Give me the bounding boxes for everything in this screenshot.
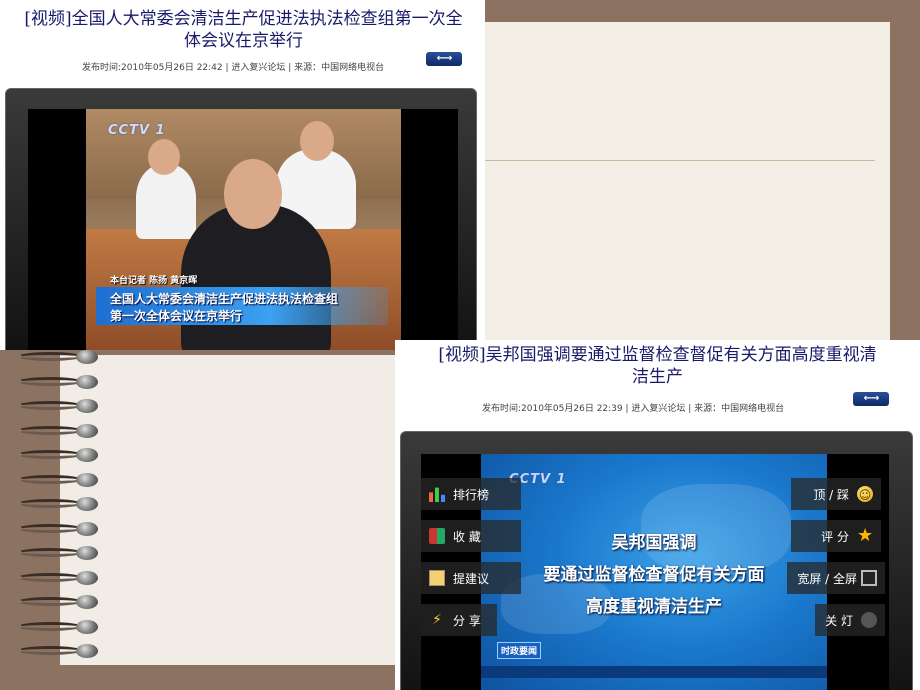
title-line-1: [视频]吴邦国强调要通过监督检查督促有关方面高度重视清 [438, 345, 877, 365]
ring-coil [18, 401, 82, 410]
title-line-2: 洁生产 [632, 367, 683, 387]
video-frame: CCTV 1 吴邦国强调 要通过监督检查督促有关方面 高度重视清洁生产 时政要闻 [481, 454, 827, 690]
notebook-paper [60, 355, 395, 665]
person-figure [136, 164, 196, 239]
headline-line-3: 高度重视清洁生产 [586, 597, 722, 617]
star-icon: ★ [857, 525, 874, 546]
video-player-frame: CCTV 1 吴邦国强调 要通过监督检查督促有关方面 高度重视清洁生产 时政要闻… [400, 431, 913, 690]
note-icon [429, 570, 445, 586]
cctv-logo: CCTV 1 [108, 123, 166, 138]
ranking-button[interactable]: 排行榜 [421, 478, 521, 510]
share-label: 分 享 [453, 613, 481, 628]
lights-off-label: 关 灯 [825, 613, 853, 628]
title-line-2: 体会议在京举行 [184, 31, 303, 51]
reporter-credit: 本台记者 陈扬 黄京晖 [110, 276, 198, 286]
fullscreen-button[interactable]: 宽屏 / 全屏 [787, 562, 885, 594]
video-player-frame: CCTV 1 本台记者 陈扬 黄京晖 全国人大常委会清洁生产促进法执法检查组 第… [5, 88, 477, 350]
spiral-ring [18, 570, 98, 585]
spiral-ring [18, 497, 98, 511]
caption-bar: 全国人大常委会清洁生产促进法执法检查组 第一次全体会议在京举行 [96, 287, 388, 325]
fullscreen-label: 宽屏 / 全屏 [797, 571, 857, 586]
rate-label: 评 分 [821, 529, 849, 544]
video-screen[interactable]: CCTV 1 吴邦国强调 要通过监督检查督促有关方面 高度重视清洁生产 时政要闻… [421, 454, 889, 690]
news-category-tag: 时政要闻 [497, 642, 542, 659]
ring-knob [76, 497, 98, 511]
spiral-ring [18, 472, 98, 487]
ring-coil [18, 425, 82, 435]
title-line-1: [视频]全国人大常委会清洁生产促进法执法检查组第一次全 [24, 9, 463, 29]
ring-knob [76, 374, 98, 389]
news-panel-2: [视频]吴邦国强调要通过监督检查督促有关方面高度重视清 洁生产 发布时间:201… [395, 340, 920, 690]
ring-knob [76, 472, 98, 487]
smile-icon: ☺ [857, 486, 873, 502]
ring-coil [18, 646, 82, 655]
spiral-ring [18, 619, 98, 634]
share-button[interactable]: ⚡ 分 享 [421, 604, 497, 636]
spiral-ring [18, 374, 98, 389]
light-icon [861, 612, 877, 628]
caption-line-1: 全国人大常委会清洁生产促进法执法检查组 [110, 292, 339, 306]
nav-arrows-button[interactable]: ←→ [853, 392, 889, 406]
video-screen[interactable]: CCTV 1 本台记者 陈扬 黄京晖 全国人大常委会清洁生产促进法执法检查组 第… [28, 109, 458, 350]
ring-knob [76, 619, 98, 634]
spiral-ring [18, 350, 98, 364]
bookmark-icon [429, 528, 445, 544]
ring-knob [76, 448, 98, 462]
spiral-ring [18, 644, 98, 658]
ring-coil [18, 376, 82, 386]
spiral-ring [18, 423, 98, 438]
ring-coil [18, 499, 82, 508]
ring-coil [18, 474, 82, 484]
headline-line-2: 要通过监督检查督促有关方面 [543, 565, 765, 585]
news-title-1[interactable]: [视频]全国人大常委会清洁生产促进法执法检查组第一次全 体会议在京举行 [2, 8, 485, 52]
ring-coil [18, 352, 82, 361]
person-head [148, 139, 180, 175]
ring-coil [18, 597, 82, 606]
headline-line-1: 吴邦国强调 [611, 533, 697, 553]
bar-chart-icon [429, 487, 445, 502]
ring-knob [76, 595, 98, 609]
person-head [300, 121, 334, 161]
spiral-ring [18, 595, 98, 609]
vote-button[interactable]: 顶 / 踩 ☺ [791, 478, 881, 510]
screen-icon [861, 570, 877, 586]
ring-coil [18, 450, 82, 459]
news-meta: 发布时间:2010年05月26日 22:39 | 进入复兴论坛 | 来源：中国网… [482, 404, 785, 414]
rate-button[interactable]: 评 分 ★ [791, 520, 881, 552]
suggest-label: 提建议 [453, 571, 490, 586]
speaker-head [224, 159, 282, 229]
slide-divider [485, 160, 875, 161]
favorite-label: 收 藏 [453, 529, 481, 544]
ring-knob [76, 521, 98, 536]
ring-coil [18, 548, 82, 557]
ring-coil [18, 621, 82, 631]
news-ticker [481, 666, 827, 678]
caption-line-2: 第一次全体会议在京举行 [110, 309, 243, 323]
spiral-ring [18, 399, 98, 413]
ring-knob [76, 423, 98, 438]
slide-card [470, 22, 890, 340]
news-title-2[interactable]: [视频]吴邦国强调要通过监督检查督促有关方面高度重视清 洁生产 [395, 344, 920, 388]
ring-coil [18, 572, 82, 582]
news-panel-1: [视频]全国人大常委会清洁生产促进法执法检查组第一次全 体会议在京举行 发布时间… [0, 0, 485, 350]
ring-knob [76, 546, 98, 560]
ring-knob [76, 399, 98, 413]
ring-knob [76, 350, 98, 364]
ring-knob [76, 570, 98, 585]
nav-arrows-button[interactable]: ←→ [426, 52, 462, 66]
news-meta: 发布时间:2010年05月26日 22:42 | 进入复兴论坛 | 来源：中国网… [82, 63, 385, 73]
ranking-label: 排行榜 [453, 487, 490, 502]
spiral-ring [18, 546, 98, 560]
ring-knob [76, 644, 98, 658]
spiral-ring [18, 448, 98, 462]
lights-off-button[interactable]: 关 灯 [815, 604, 885, 636]
suggest-button[interactable]: 提建议 [421, 562, 521, 594]
share-icon: ⚡ [432, 612, 442, 628]
spiral-ring [18, 521, 98, 536]
ring-coil [18, 523, 82, 533]
vote-label: 顶 / 踩 [813, 487, 849, 502]
video-frame: CCTV 1 本台记者 陈扬 黄京晖 全国人大常委会清洁生产促进法执法检查组 第… [86, 109, 401, 350]
favorite-button[interactable]: 收 藏 [421, 520, 521, 552]
